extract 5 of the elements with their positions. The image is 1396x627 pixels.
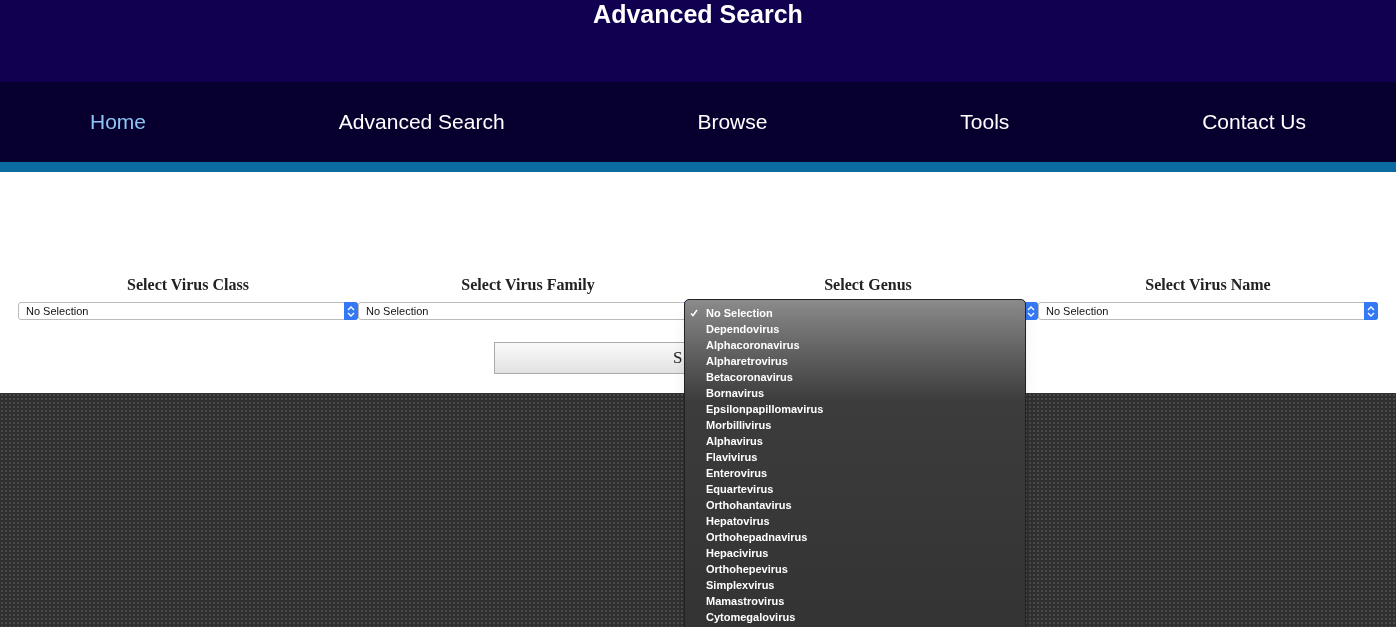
page-title: Advanced Search	[593, 0, 803, 28]
field-label: Select Virus Family	[461, 276, 595, 294]
field-label: Select Virus Name	[1145, 276, 1271, 294]
field-label: Select Genus	[824, 276, 912, 294]
field-label: Select Virus Class	[127, 276, 249, 294]
